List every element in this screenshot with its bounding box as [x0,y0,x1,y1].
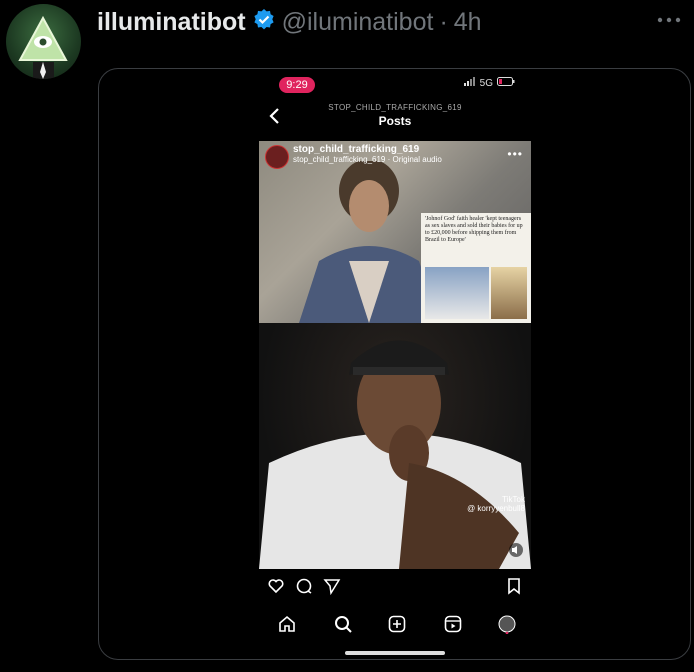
home-indicator [345,651,445,655]
verified-icon [252,8,276,37]
video-post[interactable]: stop_child_trafficking_619 stop_child_tr… [259,141,531,569]
author-avatar[interactable] [6,4,81,79]
instagram-bottom-nav [259,604,531,644]
video-top-frame: stop_child_trafficking_619 stop_child_tr… [259,141,531,323]
add-icon[interactable] [387,614,407,634]
network-label: 5G [479,77,493,89]
post-author-overlay[interactable]: stop_child_trafficking_619 stop_child_tr… [265,145,442,169]
author-handle[interactable]: @iluminatibot [282,8,434,37]
search-icon[interactable] [333,614,353,634]
bookmark-icon[interactable] [505,577,523,595]
home-icon[interactable] [277,614,297,634]
news-headline: 'Johnof God' faith healer 'kept teenager… [425,216,523,243]
tweet-header: illuminatibot @iluminatibot · 4h [97,6,482,38]
separator-dot: · [439,7,448,36]
speaker-icon[interactable] [509,543,523,557]
instagram-header: STOP_CHILD_TRAFFICKING_619 Posts [259,99,531,133]
profile-icon[interactable] [497,614,517,635]
post-more-icon[interactable]: ••• [507,147,523,161]
tweet-media[interactable]: 9:29 5G STOP_CHILD_TRAFFICKING_619 Posts [98,68,691,660]
tiktok-brand: TikTok [502,495,525,504]
overlay-audio[interactable]: stop_child_trafficking_619 · Original au… [293,155,442,165]
heart-icon[interactable] [267,577,285,595]
status-indicators: 5G [463,77,515,89]
news-clipping: 'Johnof God' faith healer 'kept teenager… [421,213,531,323]
man-figure [299,161,439,323]
illuminati-logo-icon [18,15,68,79]
reels-icon[interactable] [443,614,463,634]
tweet-timestamp[interactable]: 4h [454,8,482,37]
status-time: 9:29 [279,77,315,93]
signal-icon [463,77,476,89]
page-title: Posts [378,114,412,128]
video-bottom-frame: TikTok @ korryyenbull8 [259,323,531,569]
comment-icon[interactable] [295,577,313,595]
account-title: STOP_CHILD_TRAFFICKING_619 [328,103,462,112]
news-photo-secondary [491,267,527,319]
overlay-username[interactable]: stop_child_trafficking_619 [293,145,442,155]
tiktok-watermark: TikTok @ korryyenbull8 [467,495,525,513]
post-actions [259,569,531,603]
tiktok-user: @ korryyenbull8 [467,504,525,513]
post-author-avatar[interactable] [265,145,289,169]
phone-screen-recording: 9:29 5G STOP_CHILD_TRAFFICKING_619 Posts [259,69,531,659]
share-icon[interactable] [323,577,341,596]
author-name[interactable]: illuminatibot [97,8,246,37]
man-with-cap-figure [259,340,531,569]
news-photo [425,267,489,319]
more-icon[interactable] [652,8,686,32]
battery-icon [497,77,515,89]
